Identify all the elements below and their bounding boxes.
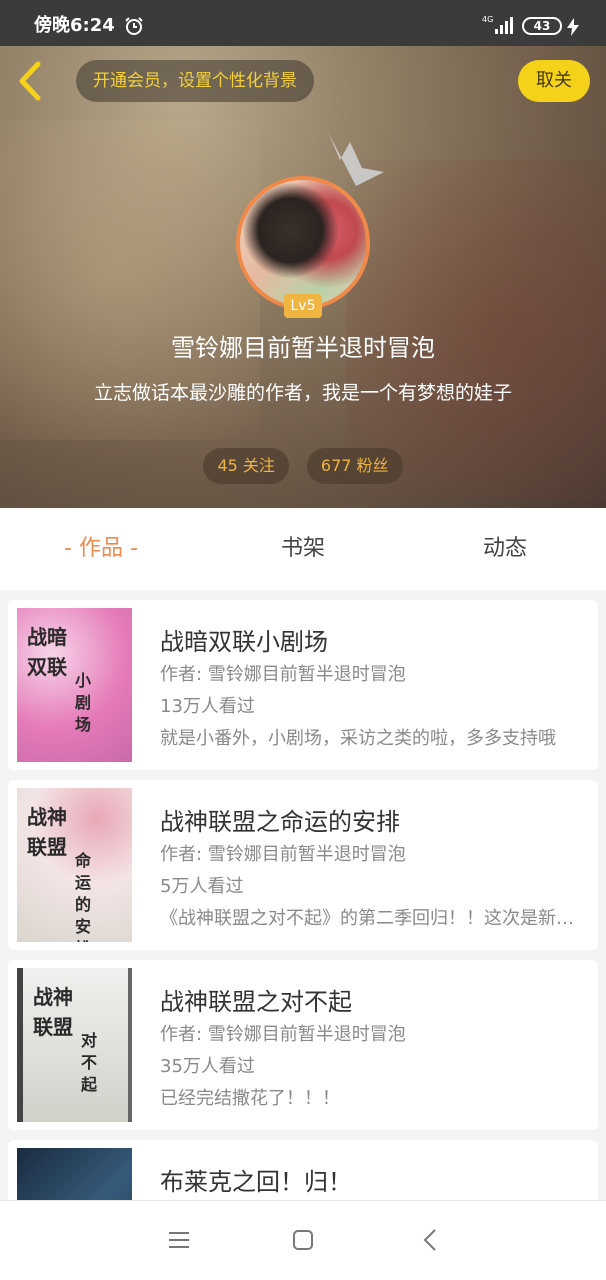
system-navigation-bar xyxy=(0,1200,606,1280)
work-card[interactable]: 战神联盟 命运的安排 战神联盟之命运的安排 作者: 雪铃娜目前暂半退时冒泡 5万… xyxy=(8,780,598,950)
cover-title: 战暗双联 xyxy=(27,625,67,679)
book-cover[interactable]: 战神联盟 对不起 xyxy=(17,968,132,1122)
book-views: 13万人看过 xyxy=(160,696,255,717)
book-description: 《战神联盟之对不起》的第二季回归！！这次是新的故事 xyxy=(160,908,576,929)
signal-4g-icon: 4G xyxy=(482,15,513,34)
book-author: 作者: 雪铃娜目前暂半退时冒泡 xyxy=(160,844,406,865)
book-cover[interactable] xyxy=(17,1148,132,1200)
book-title[interactable]: 战神联盟之对不起 xyxy=(160,982,352,1017)
book-cover[interactable]: 战暗双联 小剧场 xyxy=(17,608,132,762)
tab-works[interactable]: 作品 xyxy=(0,508,202,590)
tab-bookshelf[interactable]: 书架 xyxy=(202,508,404,590)
work-card[interactable]: 战神联盟 对不起 战神联盟之对不起 作者: 雪铃娜目前暂半退时冒泡 35万人看过… xyxy=(8,960,598,1130)
book-author: 作者: 雪铃娜目前暂半退时冒泡 xyxy=(160,1024,406,1045)
author-name: 雪铃娜目前暂半退时冒泡 xyxy=(171,334,435,362)
network-label: 4G xyxy=(482,15,493,24)
book-views: 35万人看过 xyxy=(160,1056,255,1077)
cover-subtitle: 命运的安排 xyxy=(75,851,92,942)
follow-stats: 45 关注 677 粉丝 xyxy=(0,448,606,484)
book-cover[interactable]: 战神联盟 命运的安排 xyxy=(17,788,132,942)
alarm-clock-icon xyxy=(125,17,143,35)
book-description: 就是小番外，小剧场，采访之类的啦，多多支持哦 xyxy=(160,728,556,749)
cover-title: 战神联盟 xyxy=(27,805,67,859)
crown-icon xyxy=(328,132,384,186)
battery-indicator: 43 xyxy=(522,17,562,35)
unfollow-button[interactable]: 取关 xyxy=(518,60,590,102)
book-title[interactable]: 战暗双联小剧场 xyxy=(160,622,328,657)
followers-count[interactable]: 677 粉丝 xyxy=(306,448,403,484)
book-title[interactable]: 战神联盟之命运的安排 xyxy=(160,802,400,837)
book-views: 5万人看过 xyxy=(160,876,244,897)
menu-icon[interactable] xyxy=(166,1227,192,1253)
status-bar: 傍晚6:24 4G 43 xyxy=(0,0,606,46)
avatar[interactable] xyxy=(236,176,370,310)
charging-bolt-icon xyxy=(567,18,579,36)
work-card[interactable]: 战暗双联 小剧场 战暗双联小剧场 作者: 雪铃娜目前暂半退时冒泡 13万人看过 … xyxy=(8,600,598,770)
cover-subtitle: 小剧场 xyxy=(75,671,92,734)
home-square-icon[interactable] xyxy=(290,1227,316,1253)
cover-subtitle: 对不起 xyxy=(81,1031,98,1094)
following-count[interactable]: 45 关注 xyxy=(203,448,289,484)
back-button[interactable] xyxy=(12,56,52,106)
works-list: 战暗双联 小剧场 战暗双联小剧场 作者: 雪铃娜目前暂半退时冒泡 13万人看过 … xyxy=(0,590,606,1200)
cover-title: 战神联盟 xyxy=(33,985,73,1039)
status-time: 傍晚6:24 xyxy=(34,15,115,36)
work-card[interactable]: 布莱克之回！归！ xyxy=(8,1140,598,1200)
nav-back-icon[interactable] xyxy=(418,1227,444,1253)
vip-background-banner[interactable]: 开通会员，设置个性化背景 xyxy=(76,60,314,102)
tab-activity[interactable]: 动态 xyxy=(404,508,606,590)
profile-tabs: 作品 书架 动态 xyxy=(0,508,606,590)
author-bio: 立志做话本最沙雕的作者，我是一个有梦想的娃子 xyxy=(93,382,512,404)
book-description: 已经完结撒花了！！！ xyxy=(160,1088,340,1109)
book-author: 作者: 雪铃娜目前暂半退时冒泡 xyxy=(160,664,406,685)
author-profile-screen: 傍晚6:24 4G 43 开通会员，设置个性化背景 取关 Lv5 雪铃娜目前暂半… xyxy=(0,0,606,1280)
level-badge: Lv5 xyxy=(284,294,322,318)
book-title[interactable]: 布莱克之回！归！ xyxy=(160,1162,352,1197)
